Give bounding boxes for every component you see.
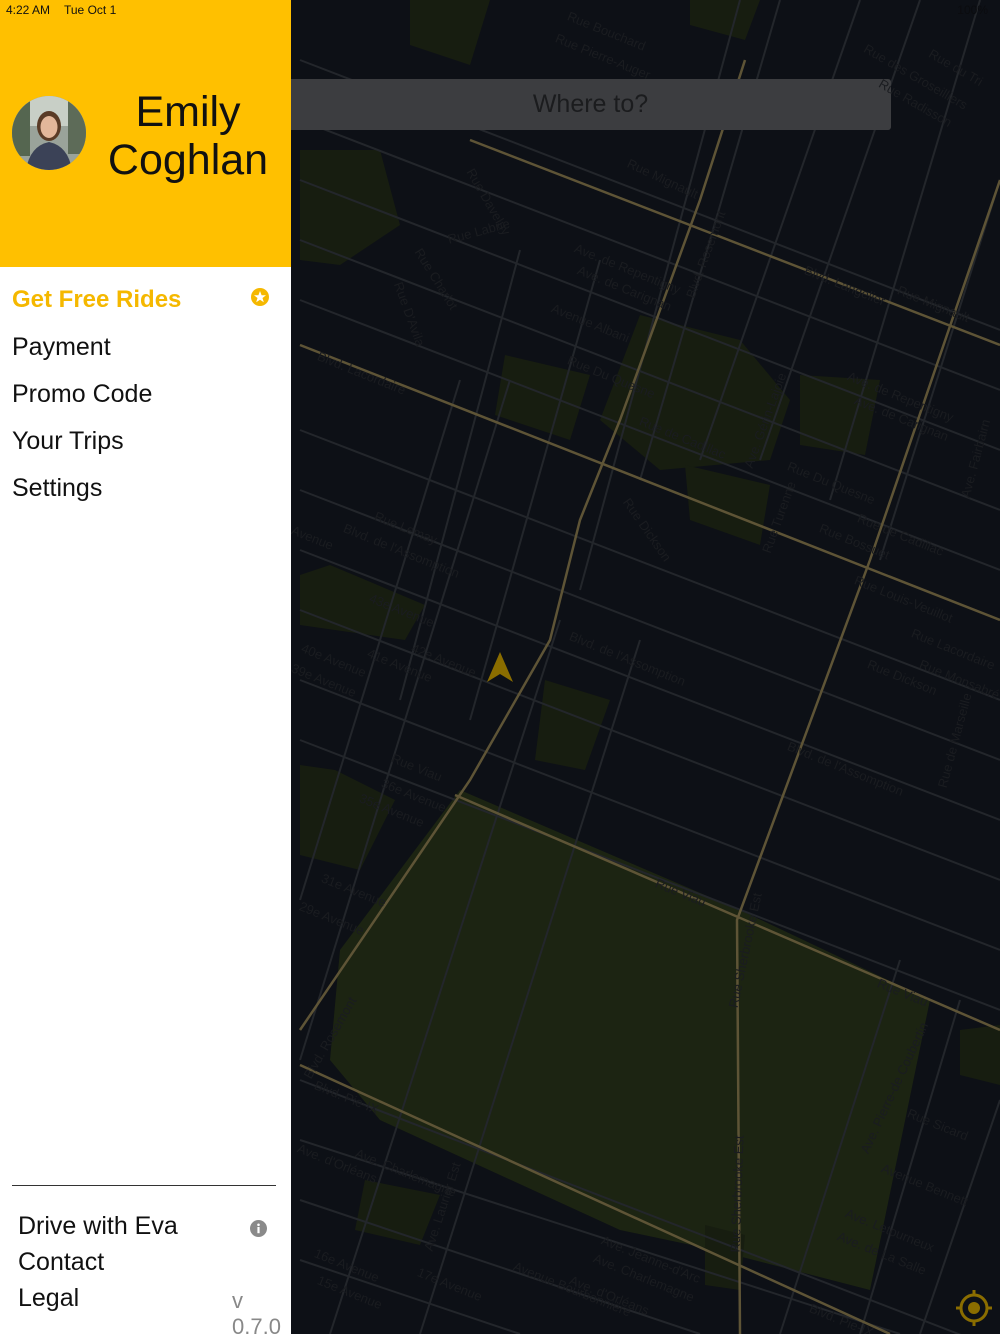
info-circle-icon[interactable] xyxy=(250,1220,267,1237)
status-date: Tue Oct 1 xyxy=(64,3,117,17)
drawer-header: Emily Coghlan xyxy=(0,0,291,267)
navigation-arrow-icon xyxy=(487,652,513,682)
menu-item-settings[interactable]: Settings xyxy=(12,474,102,503)
avatar[interactable] xyxy=(12,96,86,170)
status-bar: 4:22 AM Tue Oct 1 100% xyxy=(0,0,1000,20)
side-drawer: Emily Coghlan Get Free Rides Payment Pro… xyxy=(0,0,291,1334)
menu-item-payment[interactable]: Payment xyxy=(12,333,111,362)
user-first-name: Emily xyxy=(135,88,241,136)
footer-legal[interactable]: Legal xyxy=(18,1284,79,1313)
drawer-divider xyxy=(12,1185,276,1186)
search-placeholder: Where to? xyxy=(532,90,649,118)
user-name: Emily Coghlan xyxy=(98,88,278,184)
app-version: v 0.7.0 xyxy=(232,1288,281,1334)
footer-contact[interactable]: Contact xyxy=(18,1248,104,1277)
avatar-image xyxy=(12,96,86,170)
battery-indicator: 100% xyxy=(957,3,988,17)
search-bar[interactable]: Where to? xyxy=(262,79,891,130)
menu-item-your-trips[interactable]: Your Trips xyxy=(12,427,124,456)
status-time: 4:22 AM xyxy=(6,3,51,17)
footer-drive-with-eva[interactable]: Drive with Eva xyxy=(18,1212,178,1241)
menu-item-promo-code[interactable]: Promo Code xyxy=(12,380,152,409)
user-last-name: Coghlan xyxy=(107,136,269,184)
locate-icon[interactable] xyxy=(954,1288,994,1328)
star-circle-icon xyxy=(251,288,269,306)
menu-item-get-free-rides[interactable]: Get Free Rides xyxy=(12,286,181,314)
